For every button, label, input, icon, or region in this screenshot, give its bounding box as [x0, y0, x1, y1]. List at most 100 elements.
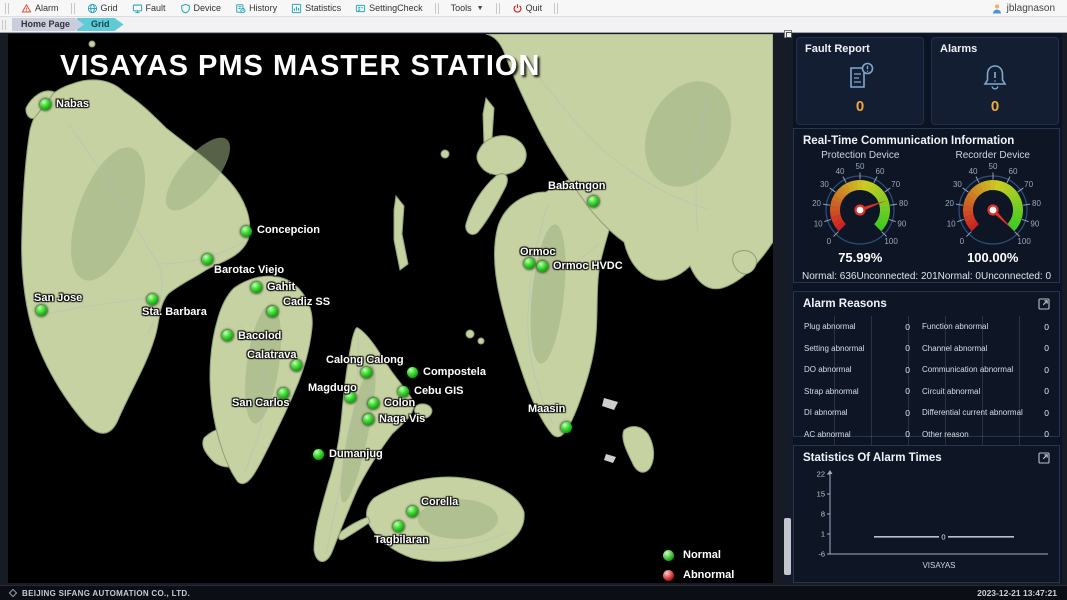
toolbar-button-alarm[interactable]: Alarm: [14, 1, 66, 16]
alarm-reason-row: DI abnormal 0: [804, 402, 910, 424]
station-marker-ormoc[interactable]: [524, 258, 535, 269]
shield-icon: [180, 3, 191, 14]
toolbar-button-device[interactable]: Device: [173, 1, 229, 16]
toolbar-button-label: History: [249, 3, 277, 13]
alarms-card[interactable]: Alarms 0: [931, 37, 1059, 125]
gauge-percent: 100.00%: [967, 250, 1018, 265]
alarm-reason-row: Channel abnormal0: [922, 338, 1049, 360]
toolbar-button-history[interactable]: History: [228, 1, 284, 16]
station-label: San Carlos: [232, 397, 289, 409]
station-marker-barotac-viejo[interactable]: [202, 254, 213, 265]
scrollbar-thumb[interactable]: [784, 518, 791, 575]
station-marker-cadiz-ss[interactable]: [267, 306, 278, 317]
realtime-communication-section: Real-Time Communication Information Prot…: [793, 128, 1060, 283]
station-label: Naga Vis: [379, 413, 425, 425]
station-marker-calatrava[interactable]: [291, 360, 302, 371]
map-title: VISAYAS PMS MASTER STATION: [60, 50, 540, 83]
toolbar-groups: Alarm Grid FaultDevice History StatisticsSet…: [0, 0, 563, 16]
station-marker-calong-calong[interactable]: [361, 367, 372, 378]
company-logo-icon: [9, 589, 17, 597]
alarm-reason-row: Setting abnormal0: [804, 338, 910, 360]
station-marker-bacolod[interactable]: [222, 330, 233, 341]
station-marker-colon[interactable]: [368, 398, 379, 409]
station-marker-babatngon[interactable]: [588, 196, 599, 207]
alarm-reason-label: Circuit abnormal: [922, 387, 980, 396]
svg-text:0: 0: [941, 532, 945, 541]
alarm-reason-value: 0: [1039, 322, 1049, 332]
alarms-count: 0: [940, 98, 1050, 119]
toolbar-button-statistics[interactable]: Statistics: [284, 1, 348, 16]
alarm-reason-row: Differential current abnormal0: [922, 402, 1049, 424]
station-marker-tagbilaran[interactable]: [393, 521, 404, 532]
toolbar-button-settingcheck[interactable]: SettingCheck: [348, 1, 430, 16]
station-label: Calong Calong: [326, 354, 404, 366]
alarm-reason-label: Communication abnormal: [922, 365, 1013, 374]
station-marker-naga-vis[interactable]: [363, 414, 374, 425]
station-label: Cebu GIS: [414, 385, 464, 397]
svg-text:30: 30: [820, 180, 829, 189]
svg-text:10: 10: [946, 220, 955, 229]
expand-icon[interactable]: [1038, 452, 1050, 464]
alarm-reason-row: DO abnormal0: [804, 359, 910, 381]
alarm-reason-value: 0: [1039, 343, 1049, 353]
settingcheck-icon: [355, 3, 366, 14]
station-marker-corella[interactable]: [407, 506, 418, 517]
alarm-reason-value: 0: [900, 343, 910, 353]
toolbar-button-label: Grid: [101, 3, 118, 13]
abnormal-dot-icon: [663, 570, 674, 581]
toolbar-drag-handle[interactable]: [5, 3, 9, 14]
station-marker-concepcion[interactable]: [241, 226, 252, 237]
fault-report-card[interactable]: Fault Report 0: [796, 37, 924, 125]
svg-text:VISAYAS: VISAYAS: [922, 561, 955, 570]
station-marker-ormoc-hvdc[interactable]: [537, 261, 548, 272]
status-datetime: 2023-12-21 13:47:21: [977, 588, 1057, 598]
alarm-bell-icon: [940, 55, 1050, 98]
map-pane[interactable]: VISAYAS PMS MASTER STATION NabasConcepci…: [8, 34, 773, 583]
station-marker-sta-barbara[interactable]: [147, 294, 158, 305]
toolbar-button-quit[interactable]: Quit: [505, 1, 550, 16]
panel-collapse-button[interactable]: [784, 30, 792, 38]
alarm-reason-row: AC abnormal0: [804, 424, 910, 446]
normal-dot-icon: [663, 550, 674, 561]
user-menu[interactable]: jblagnason: [991, 0, 1055, 17]
station-marker-gahit[interactable]: [251, 282, 262, 293]
toolbar-button-tools[interactable]: Tools▼: [444, 1, 491, 16]
station-marker-compostela[interactable]: [407, 367, 418, 378]
svg-text:0: 0: [827, 237, 832, 246]
comm-stat: Unconnected: 201: [856, 271, 937, 282]
toolbar-button-label: Tools: [451, 3, 472, 13]
station-label: Gahit: [267, 281, 295, 293]
alarm-reason-value: 0: [900, 408, 910, 418]
toolbar-button-grid[interactable]: Grid: [80, 1, 125, 16]
station-label: Calatrava: [247, 349, 297, 361]
legend-label: Abnormal: [683, 569, 734, 581]
alarm-reasons-section: Alarm Reasons Plug abnormal0Setting abno…: [793, 291, 1060, 437]
gauge-percent: 75.99%: [838, 250, 882, 265]
alarm-reason-row: Other reason0: [922, 424, 1049, 446]
station-marker-maasin[interactable]: [561, 422, 572, 433]
svg-text:30: 30: [953, 180, 962, 189]
gauge-recorder-device: Recorder Device0102030405060708090100100…: [927, 149, 1060, 265]
station-marker-cebu-gis[interactable]: [398, 386, 409, 397]
tabbar-drag-handle[interactable]: [2, 20, 6, 30]
toolbar-drag-handle[interactable]: [71, 3, 75, 14]
station-label: Compostela: [423, 366, 486, 378]
toolbar-drag-handle[interactable]: [554, 3, 558, 14]
toolbar-button-fault[interactable]: Fault: [125, 1, 173, 16]
station-marker-san-jose[interactable]: [36, 305, 47, 316]
toolbar-button-label: Alarm: [35, 3, 59, 13]
toolbar-drag-handle[interactable]: [496, 3, 500, 14]
tab-home-page[interactable]: Home Page: [12, 18, 84, 31]
vertical-scrollbar[interactable]: [783, 34, 793, 583]
alarm-reason-value: 0: [900, 365, 910, 375]
station-marker-nabas[interactable]: [40, 99, 51, 110]
alarm-statistics-title: Statistics Of Alarm Times: [803, 452, 942, 464]
toolbar-drag-handle[interactable]: [435, 3, 439, 14]
alarm-reason-label: DI abnormal: [804, 408, 848, 417]
alarm-reason-row: Function abnormal0: [922, 316, 1049, 338]
station-marker-dumanjug[interactable]: [313, 449, 324, 460]
svg-text:60: 60: [876, 167, 885, 176]
station-label: Concepcion: [257, 224, 320, 236]
station-label: Magdugo: [308, 382, 357, 394]
expand-icon[interactable]: [1038, 298, 1050, 310]
